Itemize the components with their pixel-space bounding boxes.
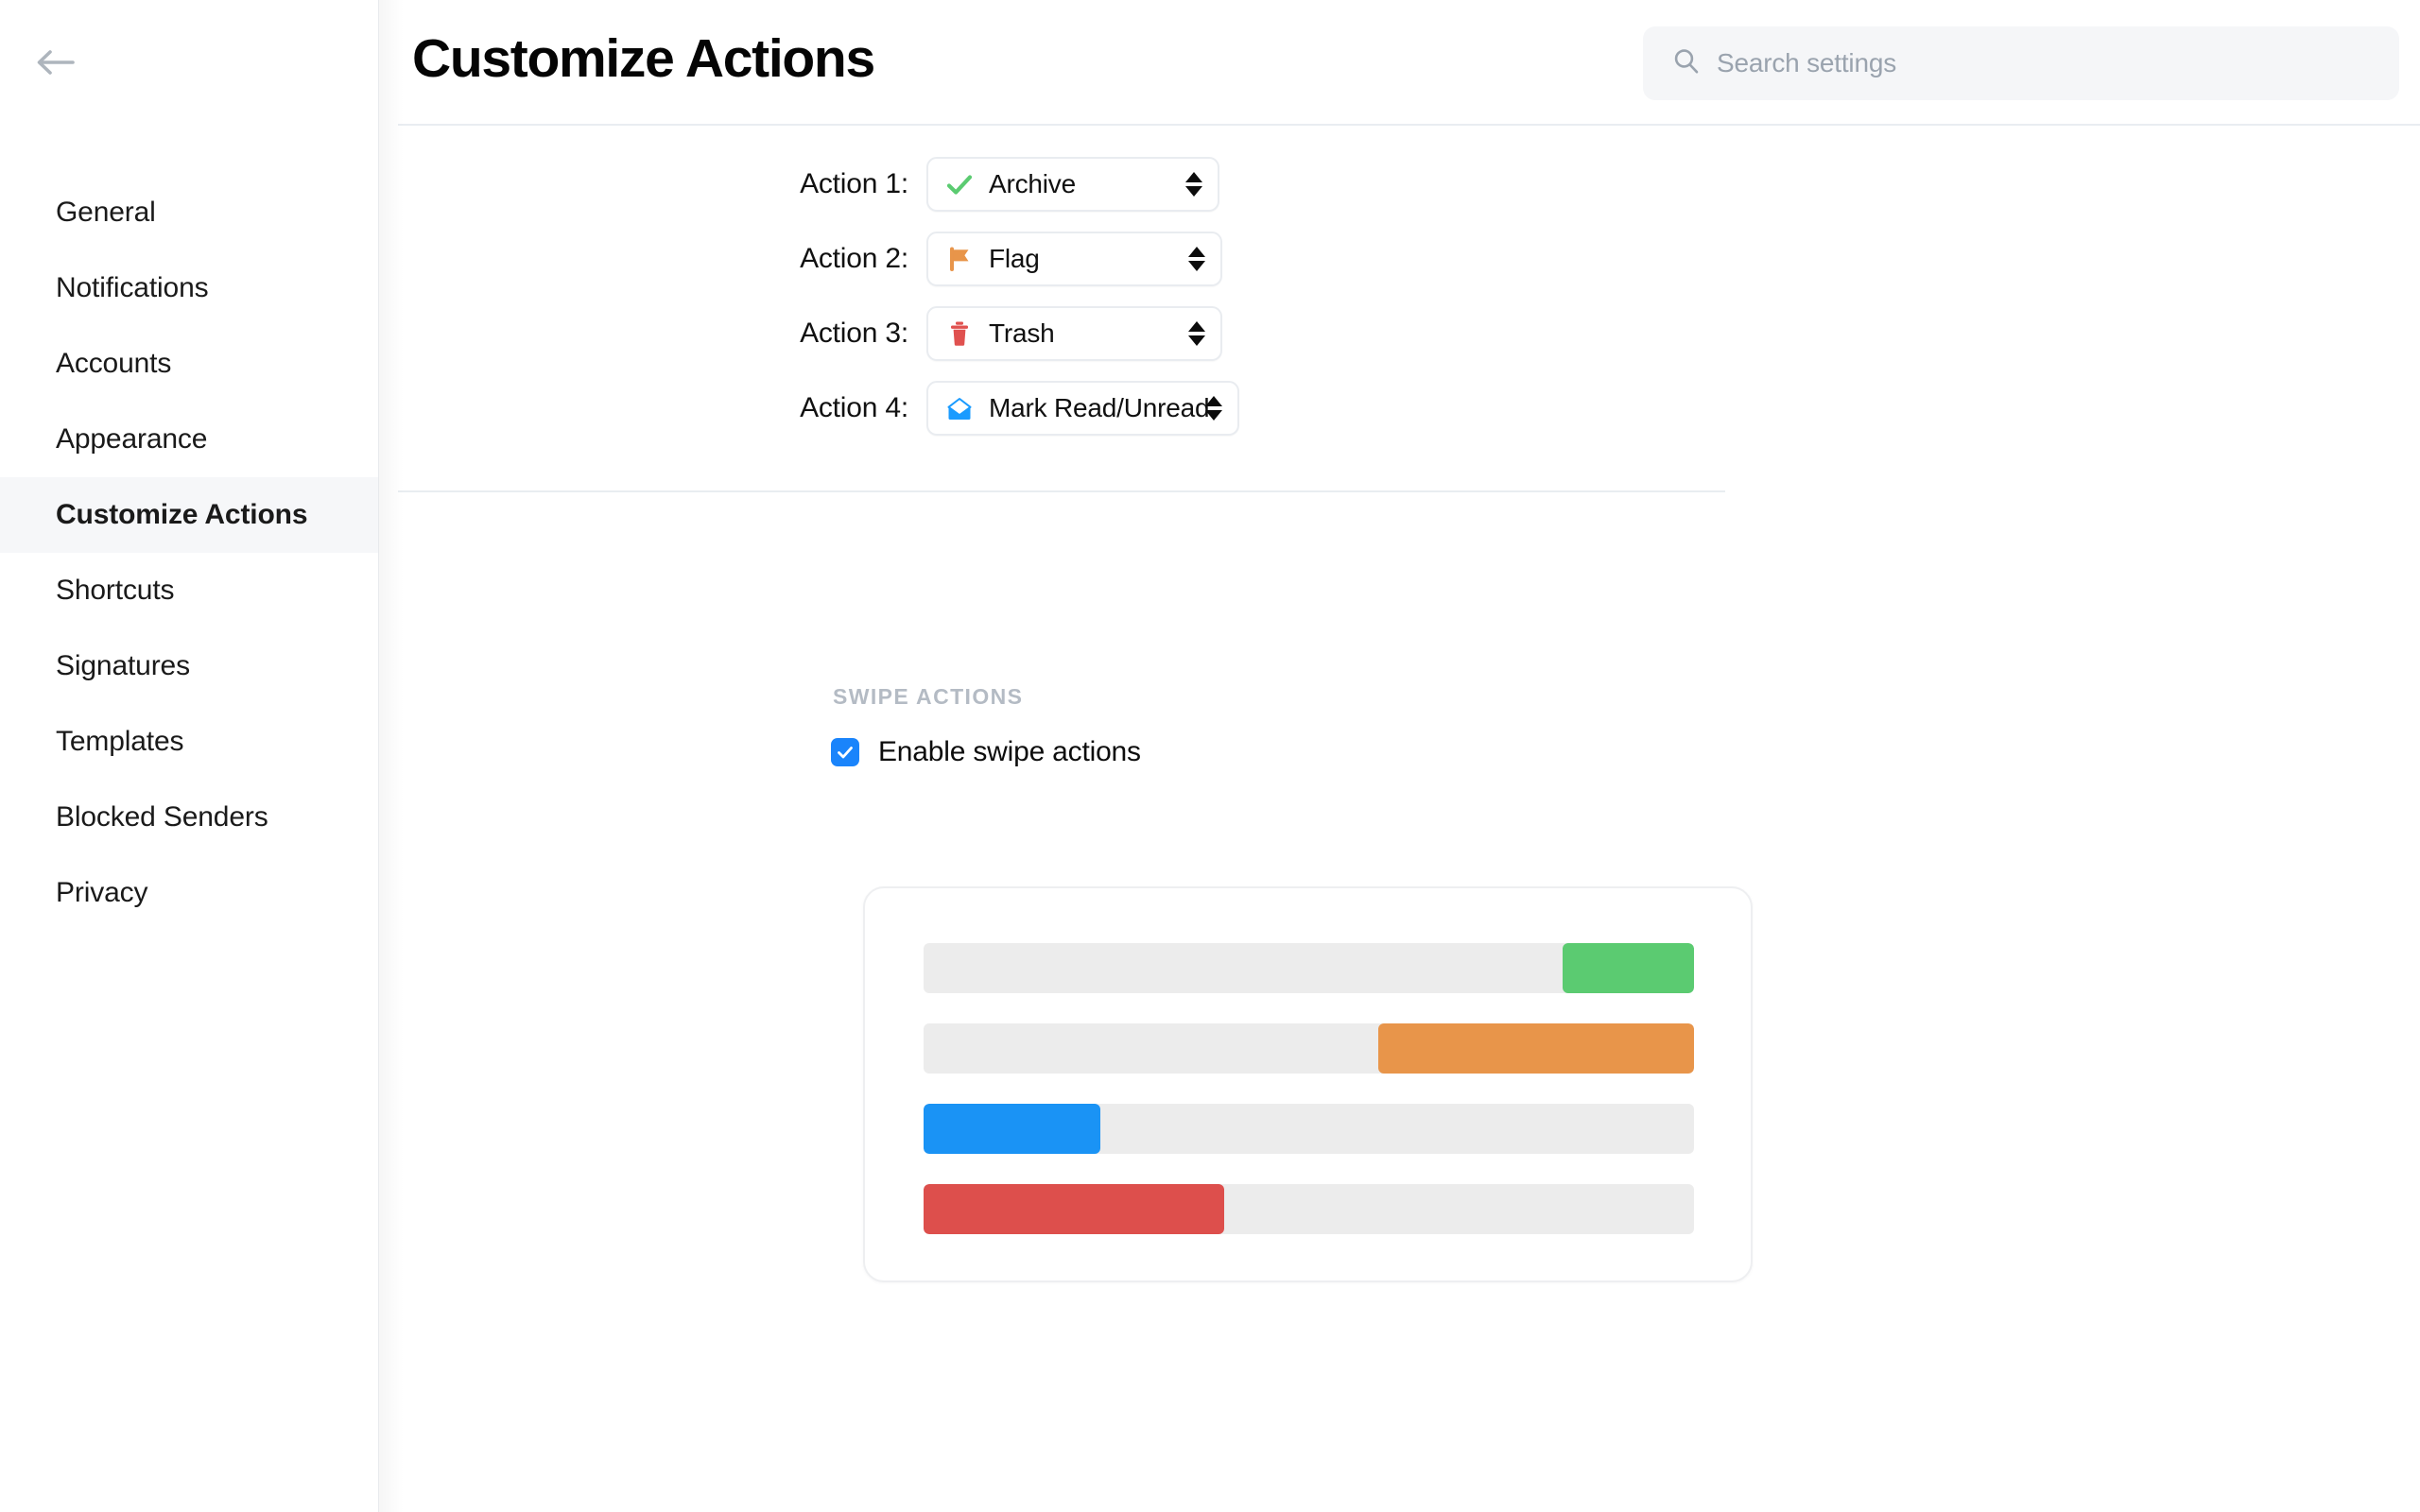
action-row: Action 4: Mark Read/Unread: [379, 370, 2420, 445]
back-button[interactable]: [33, 40, 86, 85]
action-1-select[interactable]: Archive: [926, 156, 1219, 212]
stepper-arrows-icon[interactable]: [1188, 246, 1205, 271]
enable-swipe-actions-checkbox-row[interactable]: Enable swipe actions: [831, 736, 1141, 768]
right-short-swipe-preview-fill: [924, 1104, 1101, 1154]
sidebar-item-label: Shortcuts: [56, 575, 175, 606]
action-row-label: Action 2:: [800, 242, 908, 274]
left-short-swipe-preview-track: [924, 943, 1694, 993]
sidebar-item-label: General: [56, 197, 156, 228]
section-divider: [398, 490, 1725, 492]
sidebar-item-label: Notifications: [56, 272, 209, 303]
flag-icon: [942, 244, 977, 274]
sidebar-nav: General Notifications Accounts Appearance Cu…: [0, 175, 379, 931]
page-title: Customize Actions: [412, 28, 875, 89]
action-row: Action 3: Trash: [379, 296, 2420, 370]
action-3-value: Trash: [989, 318, 1055, 348]
envelope-icon: [942, 393, 977, 423]
search-icon: [1671, 46, 1702, 81]
sidebar-item-templates[interactable]: Templates: [0, 704, 379, 780]
right-short-swipe-preview-track: [924, 1104, 1694, 1154]
check-icon: [942, 169, 977, 199]
actions-section: Action 1: Archive Action 2: Flag Action 3: Tr…: [379, 126, 2420, 445]
left-long-swipe-preview-fill: [1377, 1023, 1694, 1074]
action-4-value: Mark Read/Unread: [989, 392, 1210, 422]
sidebar-item-label: Blocked Senders: [56, 801, 268, 833]
action-4-select[interactable]: Mark Read/Unread: [926, 380, 1239, 436]
search-placeholder: Search settings: [1717, 48, 1896, 77]
checkbox-checked-icon[interactable]: [831, 738, 859, 766]
action-row: Action 2: Flag: [379, 221, 2420, 296]
enable-swipe-actions-label: Enable swipe actions: [878, 736, 1141, 767]
right-long-swipe-preview-track: [924, 1184, 1694, 1234]
sidebar-item-blocked-senders[interactable]: Blocked Senders: [0, 780, 379, 855]
action-row: Action 1: Archive: [379, 146, 2420, 221]
action-1-value: Archive: [989, 168, 1076, 198]
swipe-actions-heading: SWIPE ACTIONS: [833, 684, 1024, 709]
action-row-label: Action 3:: [800, 317, 908, 349]
trash-icon: [942, 318, 977, 349]
action-2-select[interactable]: Flag: [926, 231, 1222, 286]
sidebar-item-appearance[interactable]: Appearance: [0, 402, 379, 477]
settings-window: General Notifications Accounts Appearance Cu…: [0, 0, 2420, 1512]
stepper-arrows-icon[interactable]: [1205, 395, 1222, 421]
left-long-swipe-preview-track: [924, 1023, 1694, 1074]
sidebar-item-label: Customize Actions: [56, 499, 308, 530]
sidebar-item-customize-actions[interactable]: Customize Actions: [0, 477, 379, 553]
right-long-swipe-preview-fill: [924, 1184, 1224, 1234]
sidebar-item-label: Appearance: [56, 423, 208, 455]
action-row-label: Action 4:: [800, 391, 908, 423]
stepper-arrows-icon[interactable]: [1185, 171, 1202, 197]
arrow-left-icon: [33, 45, 77, 79]
action-3-select[interactable]: Trash: [926, 305, 1222, 361]
sidebar-item-label: Signatures: [56, 650, 190, 681]
settings-sidebar: General Notifications Accounts Appearance Cu…: [0, 0, 379, 1512]
settings-content: Action 1: Archive Action 2: Flag Action 3: Tr…: [379, 126, 2420, 1512]
sidebar-item-label: Templates: [56, 726, 184, 757]
action-2-value: Flag: [989, 243, 1040, 273]
swipe-preview-card: [863, 886, 1753, 1282]
sidebar-item-signatures[interactable]: Signatures: [0, 628, 379, 704]
sidebar-item-general[interactable]: General: [0, 175, 379, 250]
stepper-arrows-icon[interactable]: [1188, 320, 1205, 346]
action-row-label: Action 1:: [800, 167, 908, 199]
sidebar-item-label: Privacy: [56, 877, 148, 908]
page-header: Customize Actions Search settings: [379, 0, 2420, 126]
search-input[interactable]: Search settings: [1643, 26, 2399, 100]
sidebar-item-notifications[interactable]: Notifications: [0, 250, 379, 326]
sidebar-item-label: Accounts: [56, 348, 172, 379]
left-short-swipe-preview-fill: [1563, 943, 1694, 993]
sidebar-item-shortcuts[interactable]: Shortcuts: [0, 553, 379, 628]
sidebar-item-privacy[interactable]: Privacy: [0, 855, 379, 931]
sidebar-item-accounts[interactable]: Accounts: [0, 326, 379, 402]
